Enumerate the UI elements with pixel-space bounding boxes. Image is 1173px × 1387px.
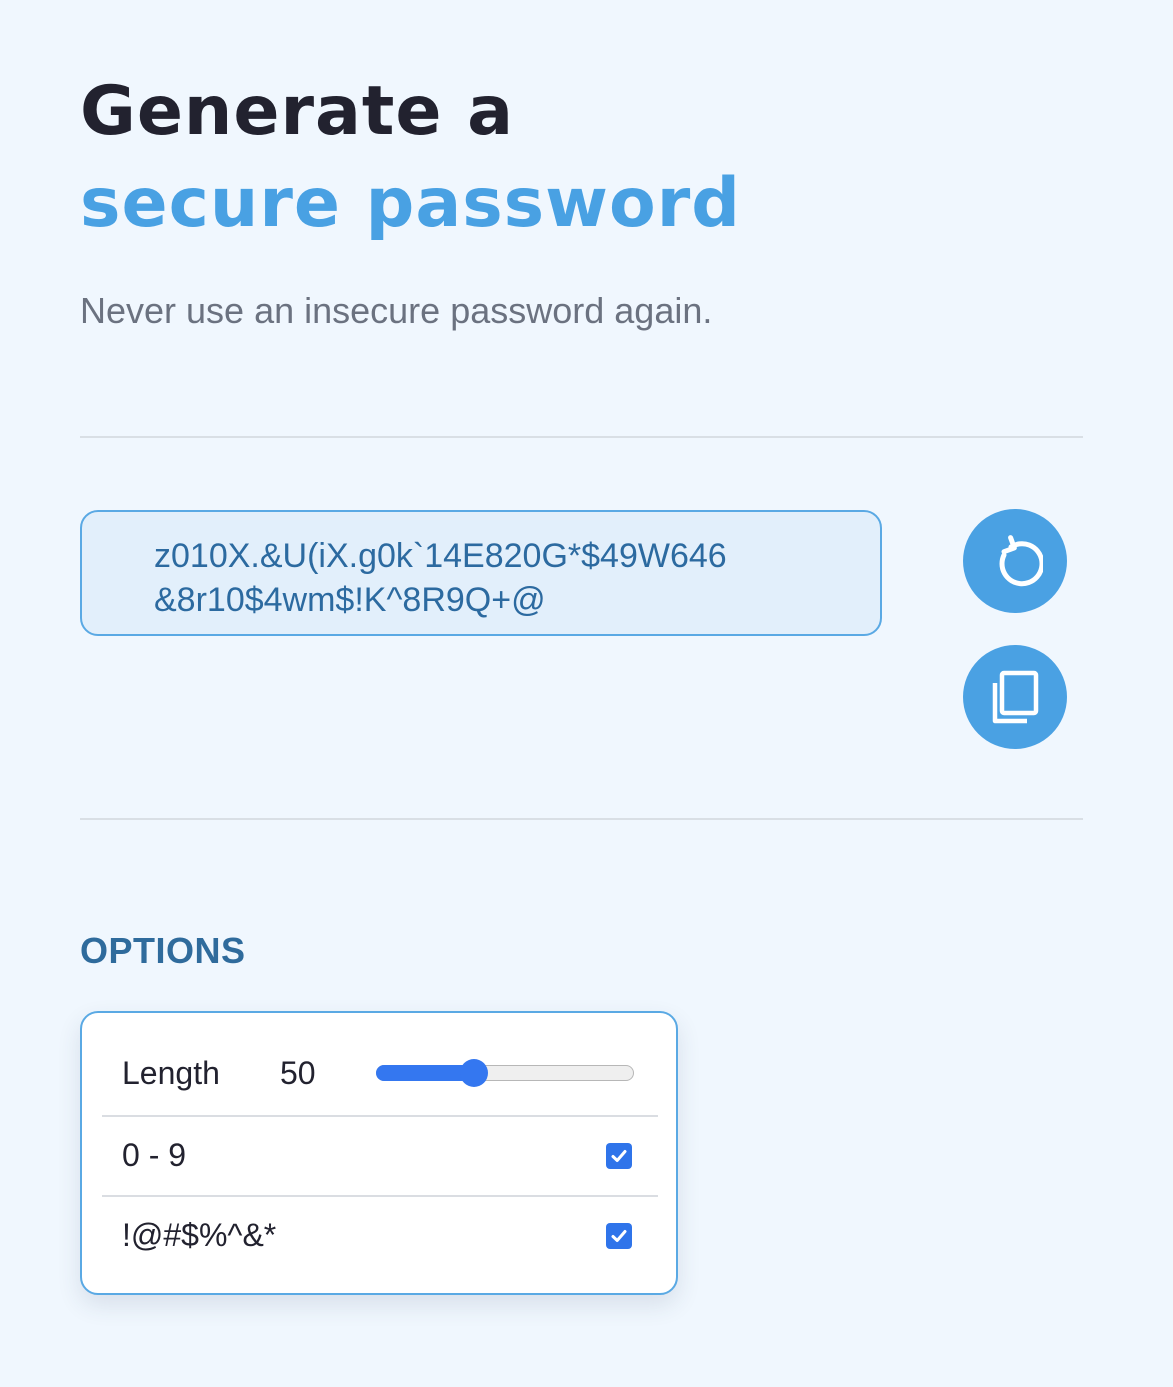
regenerate-button[interactable]: [963, 509, 1067, 613]
refresh-icon: [999, 535, 1043, 587]
checkmark-icon: [611, 1150, 627, 1162]
options-panel: Length 50 0 - 9 !@#$%^&*: [80, 1011, 678, 1295]
password-output-field[interactable]: z010X.&U(iX.g0k`14E820G*$49W646 &8r10$4w…: [80, 510, 882, 636]
divider: [80, 436, 1083, 438]
checkmark-icon: [611, 1230, 627, 1242]
digits-label: 0 - 9: [122, 1137, 187, 1173]
length-slider-fill: [375, 1064, 473, 1081]
copy-button[interactable]: [963, 645, 1067, 749]
length-slider[interactable]: [375, 1058, 634, 1087]
symbols-label: !@#$%^&*: [122, 1217, 277, 1253]
symbols-checkbox[interactable]: [606, 1223, 632, 1249]
length-label: Length: [122, 1055, 220, 1091]
digits-checkbox[interactable]: [606, 1143, 632, 1169]
length-option-row: Length 50: [102, 1033, 658, 1113]
password-value[interactable]: z010X.&U(iX.g0k`14E820G*$49W646 &8r10$4w…: [154, 534, 840, 622]
digits-option-row: 0 - 9: [102, 1115, 658, 1195]
length-slider-thumb[interactable]: [460, 1058, 489, 1087]
page-subtitle: Never use an insecure password again.: [80, 290, 713, 331]
password-generator-page: Generate a secure password Never use an …: [0, 0, 1173, 1387]
divider: [80, 818, 1083, 820]
symbols-option-row: !@#$%^&*: [102, 1195, 658, 1275]
options-heading: OPTIONS: [80, 930, 246, 971]
length-value: 50: [280, 1055, 316, 1091]
page-title-highlight: secure password: [80, 164, 741, 243]
copy-icon: [992, 670, 1039, 724]
page-title: Generate a: [80, 72, 515, 151]
